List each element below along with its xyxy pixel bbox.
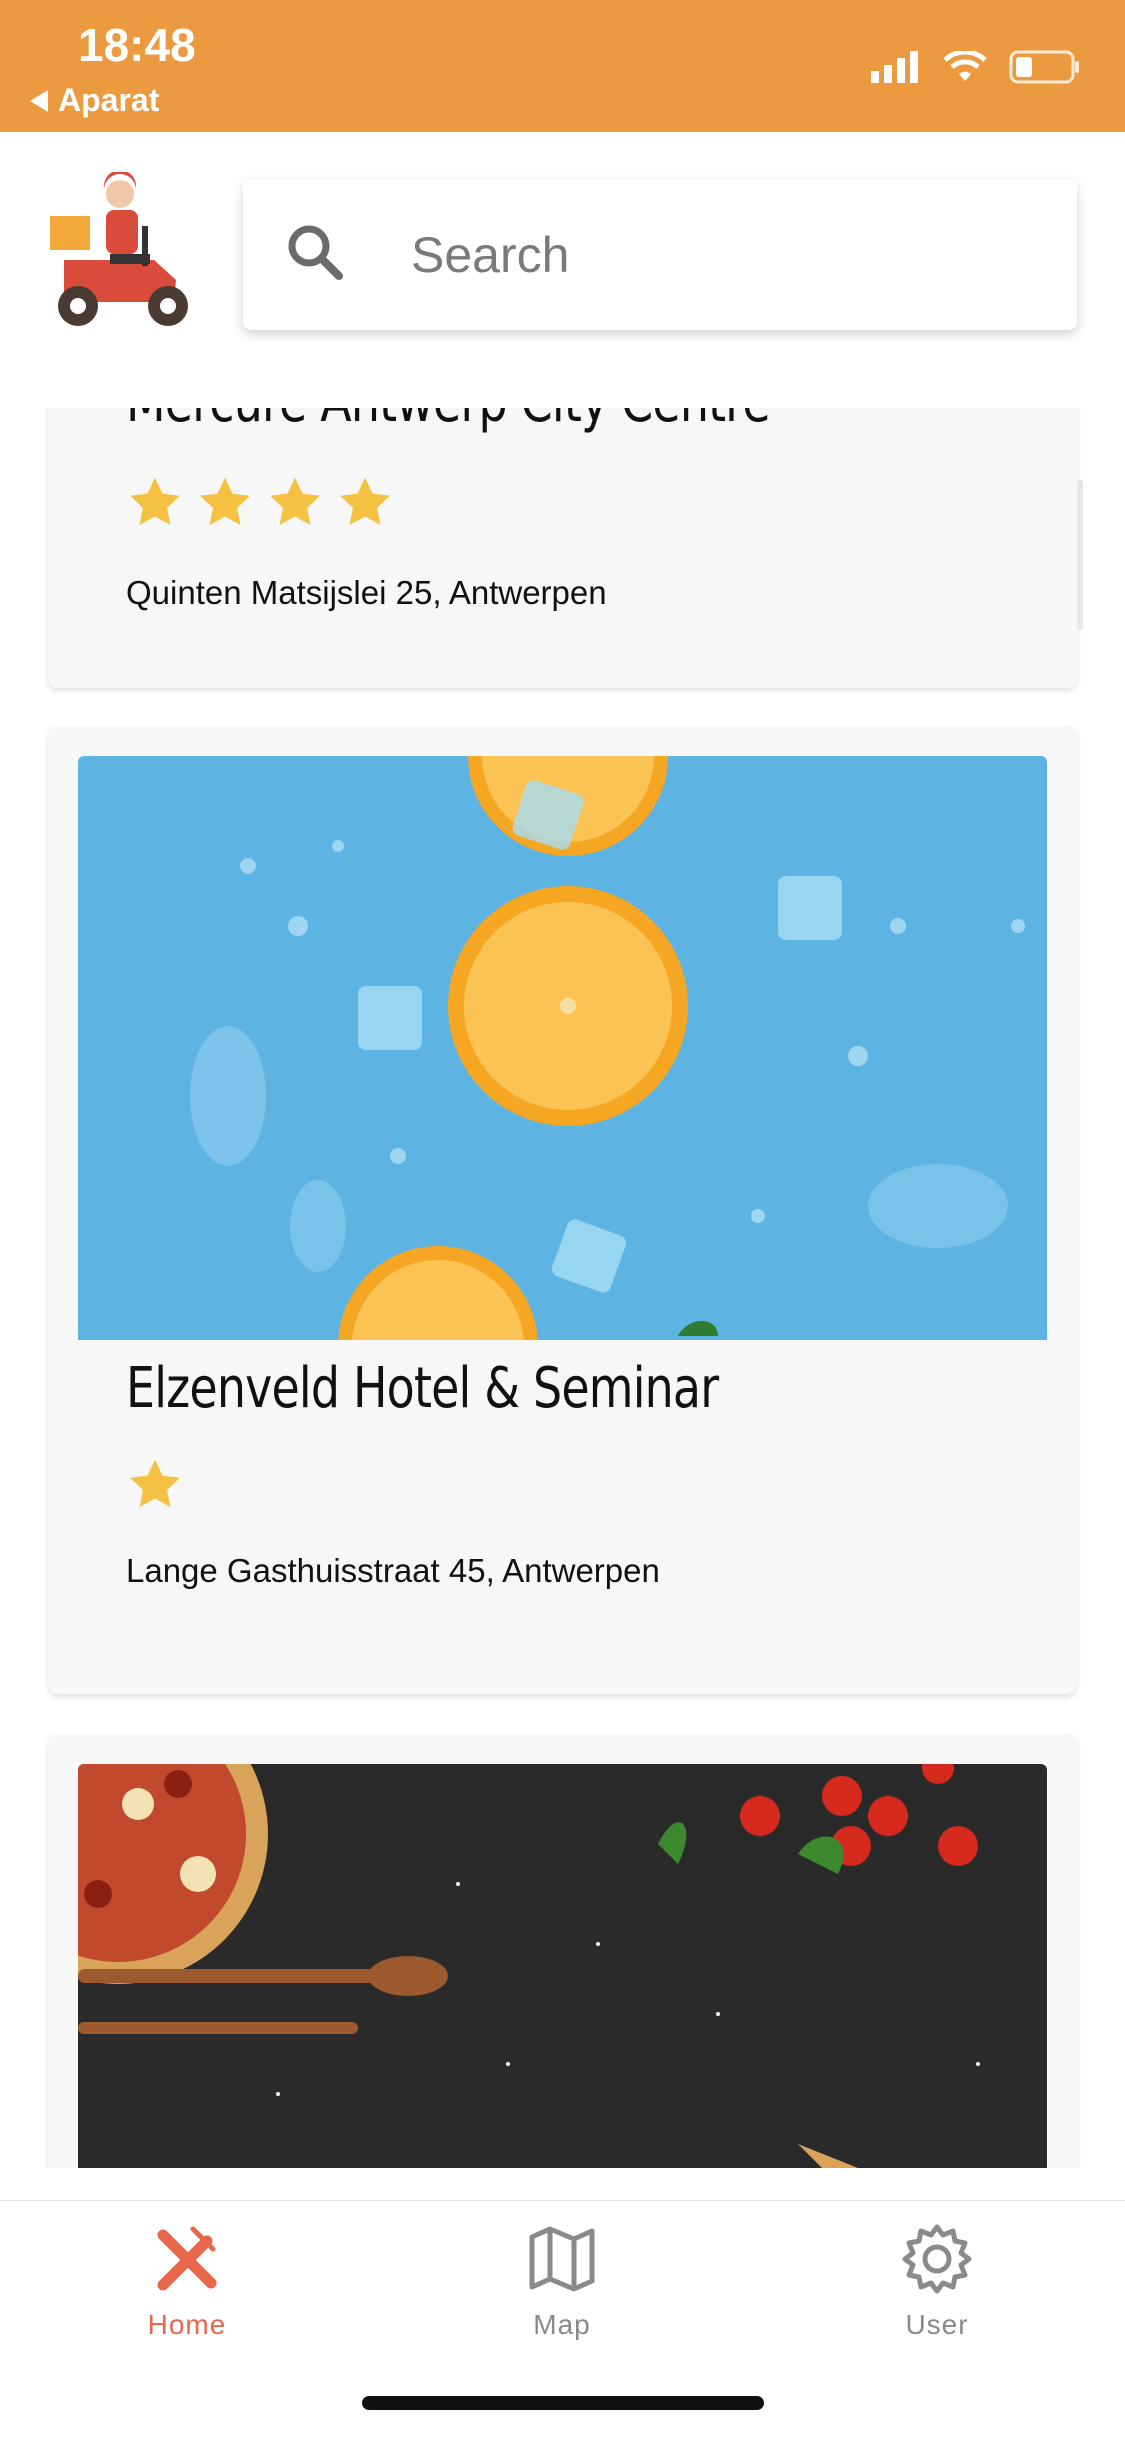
star-icon: [130, 477, 180, 525]
cellular-signal-icon: [871, 51, 918, 83]
restaurant-title: Elzenveld Hotel & Seminar: [126, 1356, 719, 1421]
restaurant-list[interactable]: Mercure Antwerp City Centre Quinten Mats…: [0, 408, 1125, 2168]
restaurant-address: Quinten Matsijslei 25, Antwerpen: [126, 574, 607, 611]
rating-stars: [126, 474, 394, 532]
search-input[interactable]: Search: [411, 226, 569, 284]
scroll-indicator: [1077, 480, 1083, 630]
delivery-scooter-logo: [50, 172, 188, 326]
restaurant-card[interactable]: [48, 1734, 1077, 2168]
restaurant-address: Lange Gasthuisstraat 45, Antwerpen: [126, 1552, 660, 1589]
search-bar[interactable]: Search: [243, 180, 1077, 330]
tab-map[interactable]: Map: [462, 2221, 662, 2341]
restaurant-card[interactable]: Mercure Antwerp City Centre Quinten Mats…: [48, 408, 1077, 688]
battery-icon: [1009, 50, 1079, 84]
restaurant-image: [78, 1764, 1047, 2168]
home-indicator[interactable]: [362, 2396, 764, 2410]
tab-label: Home: [147, 2309, 227, 2340]
status-time: 18:48: [78, 19, 196, 71]
star-icon: [200, 477, 250, 525]
tab-user[interactable]: User: [837, 2221, 1037, 2341]
gear-icon: [902, 2224, 972, 2294]
tab-home[interactable]: Home: [87, 2221, 287, 2341]
star-icon: [130, 1459, 180, 1507]
tab-label: User: [905, 2309, 969, 2340]
restaurant-image: [78, 756, 1047, 1340]
back-arrow-icon: [30, 89, 48, 112]
restaurant-card[interactable]: Elzenveld Hotel & Seminar Lange Gasthuis…: [48, 726, 1077, 1694]
rating-stars: [126, 1456, 184, 1514]
tab-label: Map: [533, 2309, 591, 2340]
back-app-label: Aparat: [58, 82, 160, 118]
back-to-app-button[interactable]: Aparat: [30, 82, 159, 119]
status-icons: [871, 50, 1081, 84]
status-bar: 18:48 Aparat: [0, 0, 1125, 132]
star-icon: [270, 477, 320, 525]
wifi-icon: [943, 51, 987, 81]
map-icon: [529, 2226, 595, 2292]
restaurant-title: Mercure Antwerp City Centre: [126, 408, 771, 435]
search-icon: [288, 225, 343, 280]
fork-knife-icon: [157, 2226, 217, 2291]
star-icon: [340, 477, 390, 525]
